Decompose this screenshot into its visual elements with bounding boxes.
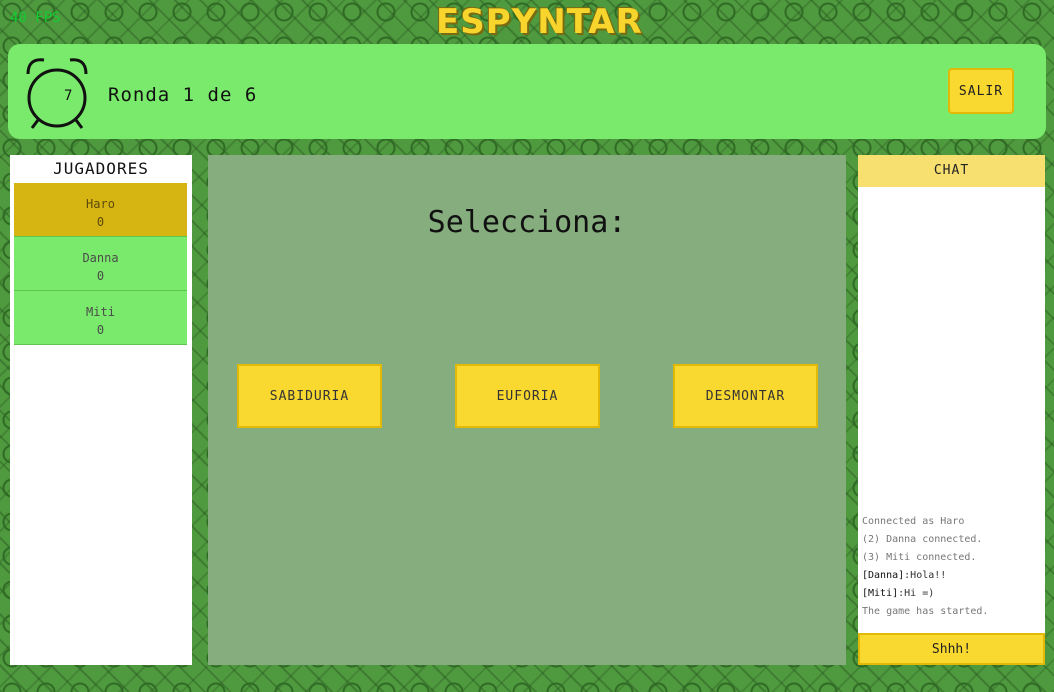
chat-author: [Danna] <box>862 570 905 581</box>
option-sabiduria-button[interactable]: SABIDURIA <box>237 364 382 428</box>
fps-counter: 40 FPS <box>10 10 61 26</box>
player-card-miti: Miti 0 <box>14 291 187 345</box>
player-score: 0 <box>96 323 105 337</box>
player-name: Danna <box>82 251 119 265</box>
chat-text: :Hi =) <box>898 588 935 599</box>
alarm-clock-icon: 7 <box>22 54 92 130</box>
chat-line: (2) Danna connected. <box>862 534 983 545</box>
chat-text: :Hola!! <box>904 570 947 581</box>
chat-line: Connected as Haro <box>862 516 965 527</box>
option-desmontar-button[interactable]: DESMONTAR <box>673 364 818 428</box>
player-score: 0 <box>96 215 105 229</box>
shhh-button[interactable]: Shhh! <box>858 633 1045 665</box>
chat-line: [Miti]:Hi =) <box>862 585 1043 603</box>
chat-log[interactable]: Connected as Haro (2) Danna connected. (… <box>862 513 1043 621</box>
player-name: Haro <box>86 197 115 211</box>
chat-author: [Miti] <box>862 588 899 599</box>
timer-value: 7 <box>64 88 73 104</box>
player-card-haro: Haro 0 <box>14 183 187 237</box>
chat-line: (3) Miti connected. <box>862 552 977 563</box>
select-title: Selecciona: <box>427 205 627 240</box>
exit-button[interactable]: SALIR <box>948 68 1014 114</box>
players-title: JUGADORES <box>53 159 149 178</box>
game-stage: Selecciona: SABIDURIA EUFORIA DESMONTAR <box>208 155 846 665</box>
chat-line: [Danna]:Hola!! <box>862 567 1043 585</box>
player-name: Miti <box>86 305 115 319</box>
players-panel: JUGADORES Haro 0 Danna 0 Miti 0 <box>10 155 192 665</box>
game-logo: ESPYNTAR <box>436 2 643 42</box>
chat-line: The game has started. <box>862 606 989 617</box>
top-bar: 7 Ronda 1 de 6 SALIR <box>8 44 1046 139</box>
player-score: 0 <box>96 269 105 283</box>
player-card-danna: Danna 0 <box>14 237 187 291</box>
chat-title: CHAT <box>858 155 1045 187</box>
chat-panel: CHAT Connected as Haro (2) Danna connect… <box>858 155 1045 665</box>
round-label: Ronda 1 de 6 <box>108 84 258 106</box>
option-euforia-button[interactable]: EUFORIA <box>455 364 600 428</box>
